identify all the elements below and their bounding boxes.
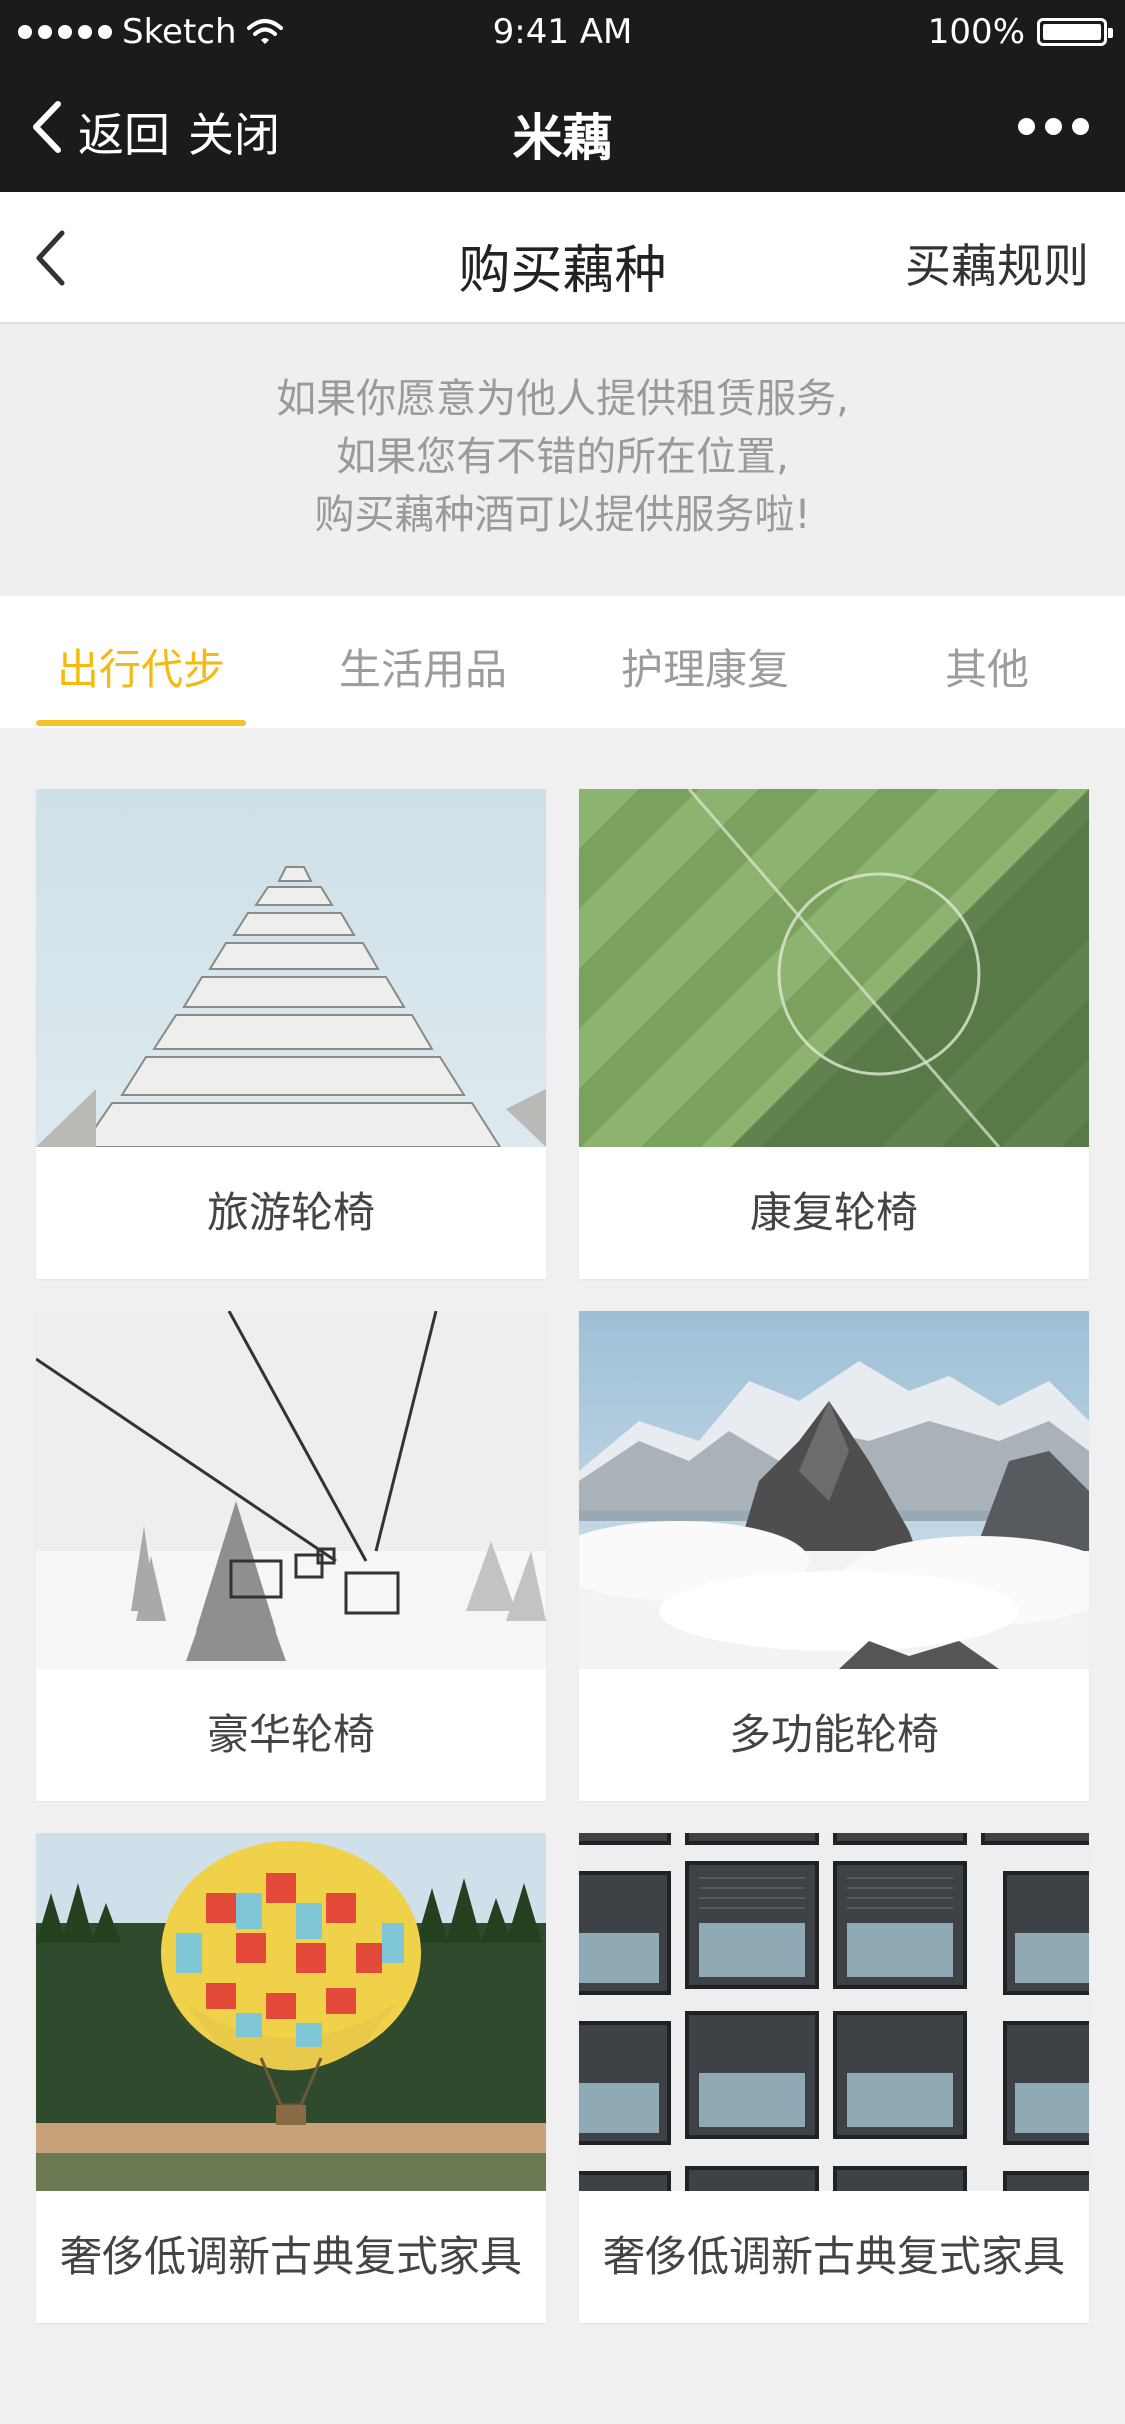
battery-percent: 100% <box>927 12 1025 52</box>
product-image-windows <box>579 1833 1089 2191</box>
intro-line: 购买藕种酒可以提供服务啦! <box>314 492 811 538</box>
product-image-building <box>36 789 546 1147</box>
rules-link[interactable]: 买藕规则 <box>905 230 1089 296</box>
product-name: 豪华轮椅 <box>206 1710 375 1759</box>
battery-icon <box>1037 18 1113 46</box>
intro-line: 如果您有不错的所在位置, <box>336 434 789 480</box>
tab-nursing[interactable]: 护理康复 <box>595 636 815 697</box>
category-tabs: 出行代步 生活用品 护理康复 其他 <box>0 596 1125 728</box>
intro-section: 如果你愿意为他人提供租赁服务, 如果您有不错的所在位置, 购买藕种酒可以提供服务… <box>0 324 1125 596</box>
product-name: 奢侈低调新古典复式家具 <box>602 2232 1065 2281</box>
mini-program-nav: 返回 关闭 米藕 <box>0 64 1125 192</box>
product-name: 旅游轮椅 <box>206 1188 375 1237</box>
top-bar: Sketch 9:41 AM 100% 返回 关闭 米藕 <box>0 0 1125 192</box>
page-header: 购买藕种 买藕规则 <box>0 192 1125 324</box>
product-name: 康复轮椅 <box>749 1188 918 1237</box>
product-image-field <box>579 789 1089 1147</box>
product-name: 奢侈低调新古典复式家具 <box>59 2232 522 2281</box>
tab-travel[interactable]: 出行代步 <box>31 636 251 697</box>
more-icon[interactable] <box>1018 118 1089 135</box>
product-card[interactable]: 豪华轮椅 <box>36 1311 546 1801</box>
tab-daily-goods[interactable]: 生活用品 <box>313 636 533 697</box>
product-card[interactable]: 旅游轮椅 <box>36 789 546 1279</box>
product-image-balloon <box>36 1833 546 2191</box>
product-image-ski-lift <box>36 1311 546 1669</box>
product-card[interactable]: 多功能轮椅 <box>579 1311 1089 1801</box>
active-tab-indicator <box>36 720 246 726</box>
product-image-mountain <box>579 1311 1089 1669</box>
product-card[interactable]: 康复轮椅 <box>579 789 1089 1279</box>
status-right: 100% <box>927 12 1113 52</box>
status-bar: Sketch 9:41 AM 100% <box>0 0 1125 64</box>
product-name: 多功能轮椅 <box>728 1710 939 1759</box>
product-card[interactable]: 奢侈低调新古典复式家具 <box>579 1833 1089 2323</box>
mini-nav-title: 米藕 <box>512 109 613 167</box>
product-card[interactable]: 奢侈低调新古典复式家具 <box>36 1833 546 2323</box>
intro-line: 如果你愿意为他人提供租赁服务, <box>276 376 849 422</box>
tab-other[interactable]: 其他 <box>877 636 1097 697</box>
